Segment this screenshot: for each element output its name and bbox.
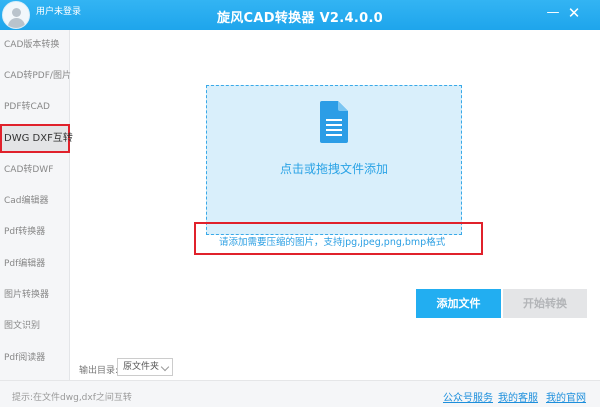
minimize-button[interactable]: — xyxy=(545,5,561,21)
sidebar-item-pdf-reader[interactable]: Pdf阅读器 xyxy=(0,346,70,370)
file-drop-zone[interactable]: 点击或拖拽文件添加 xyxy=(206,85,462,235)
sidebar: CAD版本转换 CAD转PDF/图片 PDF转CAD DWG DXF互转 CAD… xyxy=(0,30,73,380)
add-file-button[interactable]: 添加文件 xyxy=(416,289,501,318)
output-dir-value: 原文件夹 xyxy=(123,362,160,372)
sidebar-item-cad-to-pdf[interactable]: CAD转PDF/图片 xyxy=(0,64,71,88)
sidebar-item-pdf-converter[interactable]: Pdf转换器 xyxy=(0,220,70,244)
customer-service-link[interactable]: 我的客服 xyxy=(498,389,538,404)
sidebar-item-cad-editor[interactable]: Cad编辑器 xyxy=(0,189,70,213)
sidebar-item-dwg-dxf[interactable]: DWG DXF互转 xyxy=(0,124,73,153)
title-bar: 用户未登录 旋风CAD转换器 V2.4.0.0 — ✕ xyxy=(0,0,600,30)
close-button[interactable]: ✕ xyxy=(566,5,582,21)
status-tip: 提示:在文件dwg,dxf之间互转 xyxy=(12,393,132,403)
sidebar-item-pdf-editor[interactable]: Pdf编辑器 xyxy=(0,252,70,276)
sidebar-item-cad-to-dwf[interactable]: CAD转DWF xyxy=(0,158,70,182)
format-hint: 请添加需要压缩的图片，支持jpg,jpeg,png,bmp格式 xyxy=(194,222,483,255)
sidebar-item-image-converter[interactable]: 图片转换器 xyxy=(0,283,70,307)
status-bar: 提示:在文件dwg,dxf之间互转 公众号服务 我的客服 我的官网 xyxy=(0,380,600,407)
sidebar-item-cad-version[interactable]: CAD版本转换 xyxy=(0,33,70,57)
output-dir-label: 输出目录: xyxy=(79,366,119,376)
sidebar-item-ocr[interactable]: 图文识别 xyxy=(0,314,70,338)
chevron-down-icon xyxy=(160,362,170,372)
format-hint-text: 请添加需要压缩的图片，支持jpg,jpeg,png,bmp格式 xyxy=(219,237,446,248)
drop-zone-label: 点击或拖拽文件添加 xyxy=(279,162,388,176)
sidebar-item-pdf-to-cad[interactable]: PDF转CAD xyxy=(0,95,70,119)
wechat-service-link[interactable]: 公众号服务 xyxy=(443,389,493,404)
output-dir-select[interactable]: 原文件夹 xyxy=(117,358,173,376)
start-convert-button[interactable]: 开始转换 xyxy=(503,289,587,318)
official-site-link[interactable]: 我的官网 xyxy=(546,389,586,404)
app-title: 旋风CAD转换器 V2.4.0.0 xyxy=(216,11,384,26)
document-icon xyxy=(320,101,348,143)
